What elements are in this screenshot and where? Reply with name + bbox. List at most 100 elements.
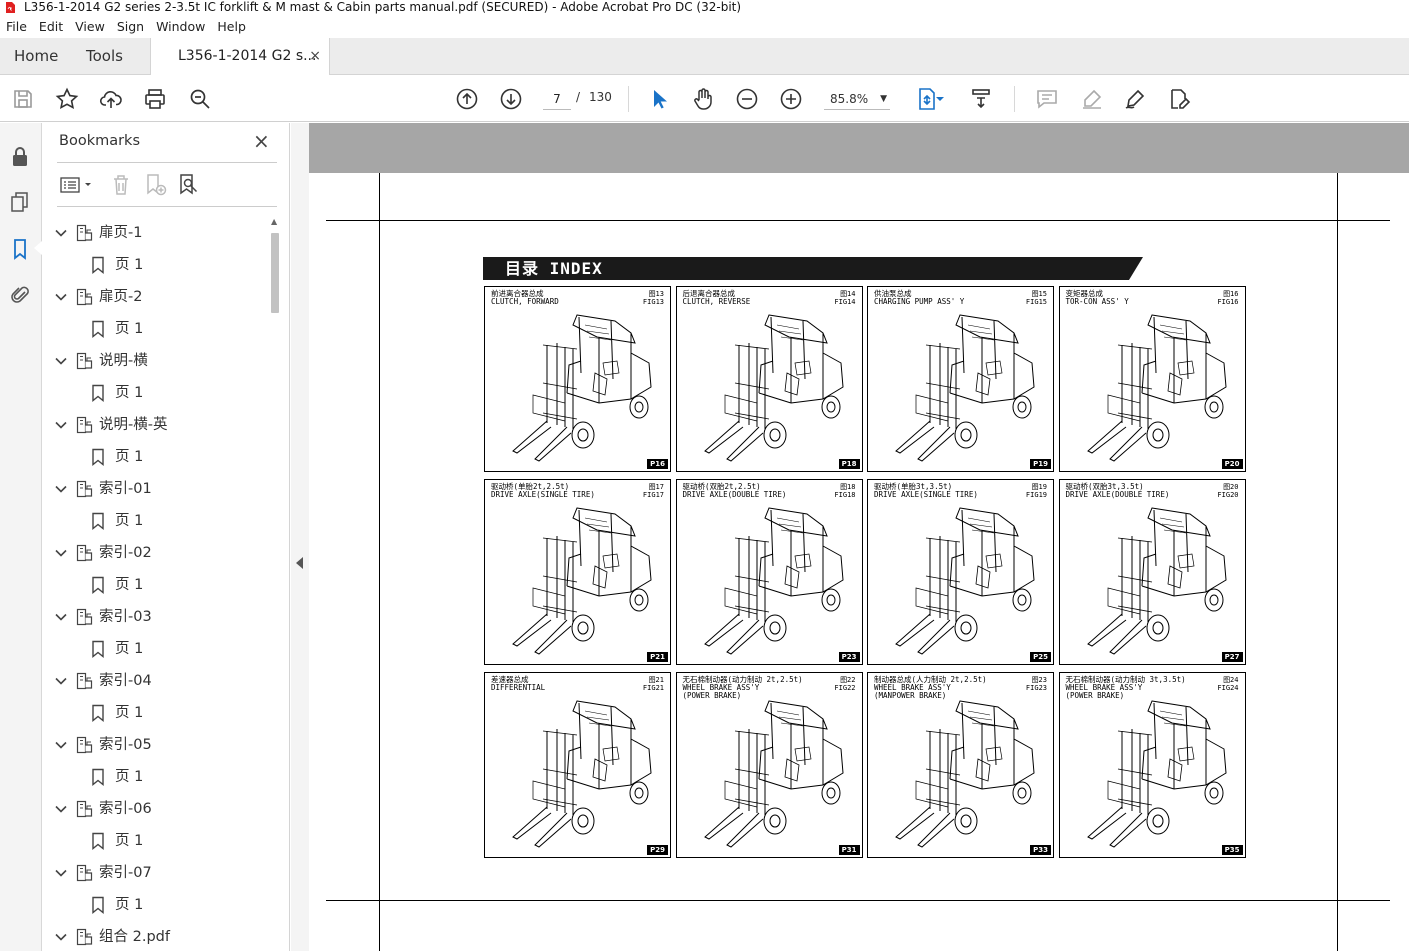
forklift-illustration [512, 700, 652, 848]
star-bookmark-icon[interactable] [54, 86, 80, 112]
lock-icon[interactable] [9, 145, 31, 167]
bookmark-child-item[interactable]: 页 1 [43, 763, 269, 791]
menu-file[interactable]: File [0, 17, 33, 37]
fit-page-dropdown-icon[interactable] [934, 86, 946, 112]
bookmarks-scrollbar[interactable]: ▲ [269, 215, 281, 951]
scrollbar-thumb[interactable] [271, 233, 279, 313]
zoom-level-select[interactable]: 85.8% ▼ [824, 88, 890, 110]
collapse-panel-arrow-icon[interactable] [296, 557, 303, 569]
bookmark-parent-item[interactable]: 说明-横 [43, 347, 269, 375]
bookmark-child-item[interactable]: 页 1 [43, 507, 269, 535]
tab-home[interactable]: Home [14, 38, 58, 75]
bookmark-child-item[interactable]: 页 1 [43, 827, 269, 855]
bookmark-panel-icon[interactable] [9, 238, 31, 260]
bookmark-options-icon[interactable] [59, 173, 95, 197]
print-icon[interactable] [142, 86, 168, 112]
sign-pen-icon[interactable] [1122, 86, 1148, 112]
hand-tool-icon[interactable] [690, 86, 716, 112]
bookmark-ribbon-icon [92, 320, 104, 338]
close-icon[interactable]: × [253, 129, 270, 153]
previous-page-icon[interactable] [454, 86, 480, 112]
bookmark-parent-item[interactable]: 索引-06 [43, 795, 269, 823]
bookmark-label: 页 1 [115, 897, 144, 913]
bookmark-parent-item[interactable]: 组合 2.pdf [43, 923, 269, 951]
bookmark-label: 页 1 [115, 257, 144, 273]
bookmark-parent-item[interactable]: 索引-07 [43, 859, 269, 887]
bookmark-child-item[interactable]: 页 1 [43, 699, 269, 727]
bookmark-parent-item[interactable]: 索引-02 [43, 539, 269, 567]
zoom-search-icon[interactable] [187, 86, 213, 112]
bookmark-child-item[interactable]: 页 1 [43, 315, 269, 343]
tab-tools[interactable]: Tools [86, 38, 123, 75]
chevron-down-icon[interactable] [54, 738, 68, 752]
chevron-down-icon[interactable] [54, 546, 68, 560]
page-number-input[interactable] [543, 88, 571, 110]
chevron-down-icon[interactable] [54, 610, 68, 624]
page-reference-badge: P20 [1221, 459, 1243, 469]
chevron-down-icon[interactable] [54, 354, 68, 368]
page-separator: / [576, 90, 581, 104]
scroll-up-arrow-icon[interactable]: ▲ [271, 217, 277, 226]
bookmark-label: 页 1 [115, 385, 144, 401]
forklift-illustration [895, 507, 1035, 655]
bookmark-child-item[interactable]: 页 1 [43, 443, 269, 471]
fill-sign-icon[interactable] [1166, 86, 1192, 112]
menu-window[interactable]: Window [150, 17, 211, 37]
bookmark-parent-item[interactable]: 索引-03 [43, 603, 269, 631]
bookmark-child-item[interactable]: 页 1 [43, 571, 269, 599]
scroll-mode-icon[interactable] [968, 86, 994, 112]
panel-splitter[interactable] [291, 123, 309, 951]
bookmark-tree-icon [76, 416, 93, 434]
chevron-down-icon[interactable] [54, 482, 68, 496]
attachment-paperclip-icon[interactable] [9, 283, 31, 305]
bookmark-child-item[interactable]: 页 1 [43, 251, 269, 279]
upload-cloud-icon[interactable] [98, 86, 124, 112]
comment-icon[interactable] [1034, 86, 1060, 112]
page-total: 130 [589, 90, 612, 104]
chevron-down-icon[interactable] [54, 290, 68, 304]
menu-help[interactable]: Help [211, 17, 252, 37]
menu-view[interactable]: View [69, 17, 111, 37]
chevron-down-icon[interactable] [54, 226, 68, 240]
page-thumbnails-icon[interactable] [9, 191, 31, 213]
menu-sign[interactable]: Sign [111, 17, 150, 37]
chevron-down-icon[interactable] [54, 866, 68, 880]
bookmark-parent-item[interactable]: 扉页-2 [43, 283, 269, 311]
index-figure-cell: 差速器总成 DIFFERENTIAL 图21 FIG21 P29 [484, 672, 671, 858]
document-view[interactable]: 目录 INDEX 前进离合器总成 CLUTCH, FORWARD 图13 FIG1… [309, 123, 1409, 951]
zoom-out-icon[interactable] [734, 86, 760, 112]
crop-mark [326, 900, 1390, 901]
select-arrow-icon[interactable] [646, 86, 672, 112]
bookmark-child-item[interactable]: 页 1 [43, 891, 269, 919]
acrobat-window: L356-1-2014 G2 series 2-3.5t IC forklift… [0, 0, 1409, 951]
forklift-illustration [895, 700, 1035, 848]
bookmark-parent-item[interactable]: 索引-04 [43, 667, 269, 695]
save-icon[interactable] [10, 86, 36, 112]
find-bookmark-icon[interactable] [177, 173, 201, 197]
bookmark-tree-icon [76, 800, 93, 818]
bookmark-child-item[interactable]: 页 1 [43, 379, 269, 407]
bookmark-child-item[interactable]: 页 1 [43, 635, 269, 663]
add-bookmark-icon[interactable] [143, 173, 167, 197]
bookmark-parent-item[interactable]: 索引-05 [43, 731, 269, 759]
menu-edit[interactable]: Edit [33, 17, 69, 37]
bookmark-parent-item[interactable]: 扉页-1 [43, 219, 269, 247]
tab-document[interactable]: L356-1-2014 G2 s... × [150, 38, 330, 76]
chevron-down-icon[interactable] [54, 802, 68, 816]
zoom-in-icon[interactable] [778, 86, 804, 112]
chevron-down-icon[interactable] [54, 418, 68, 432]
bookmark-label: 扉页-1 [99, 225, 143, 241]
chevron-down-icon[interactable] [54, 674, 68, 688]
chevron-down-icon: ▼ [880, 94, 887, 104]
bookmark-parent-item[interactable]: 索引-01 [43, 475, 269, 503]
menu-bar: File Edit View Sign Window Help [0, 17, 252, 37]
highlight-pen-icon[interactable] [1079, 86, 1105, 112]
page-reference-badge: P19 [1030, 459, 1051, 469]
next-page-icon[interactable] [498, 86, 524, 112]
bookmark-parent-item[interactable]: 说明-横-英 [43, 411, 269, 439]
page-reference-badge: P27 [1221, 652, 1243, 662]
tab-close-button[interactable]: × [309, 38, 321, 75]
bookmark-label: 页 1 [115, 705, 144, 721]
chevron-down-icon[interactable] [54, 930, 68, 944]
delete-bookmark-icon[interactable] [109, 173, 133, 197]
